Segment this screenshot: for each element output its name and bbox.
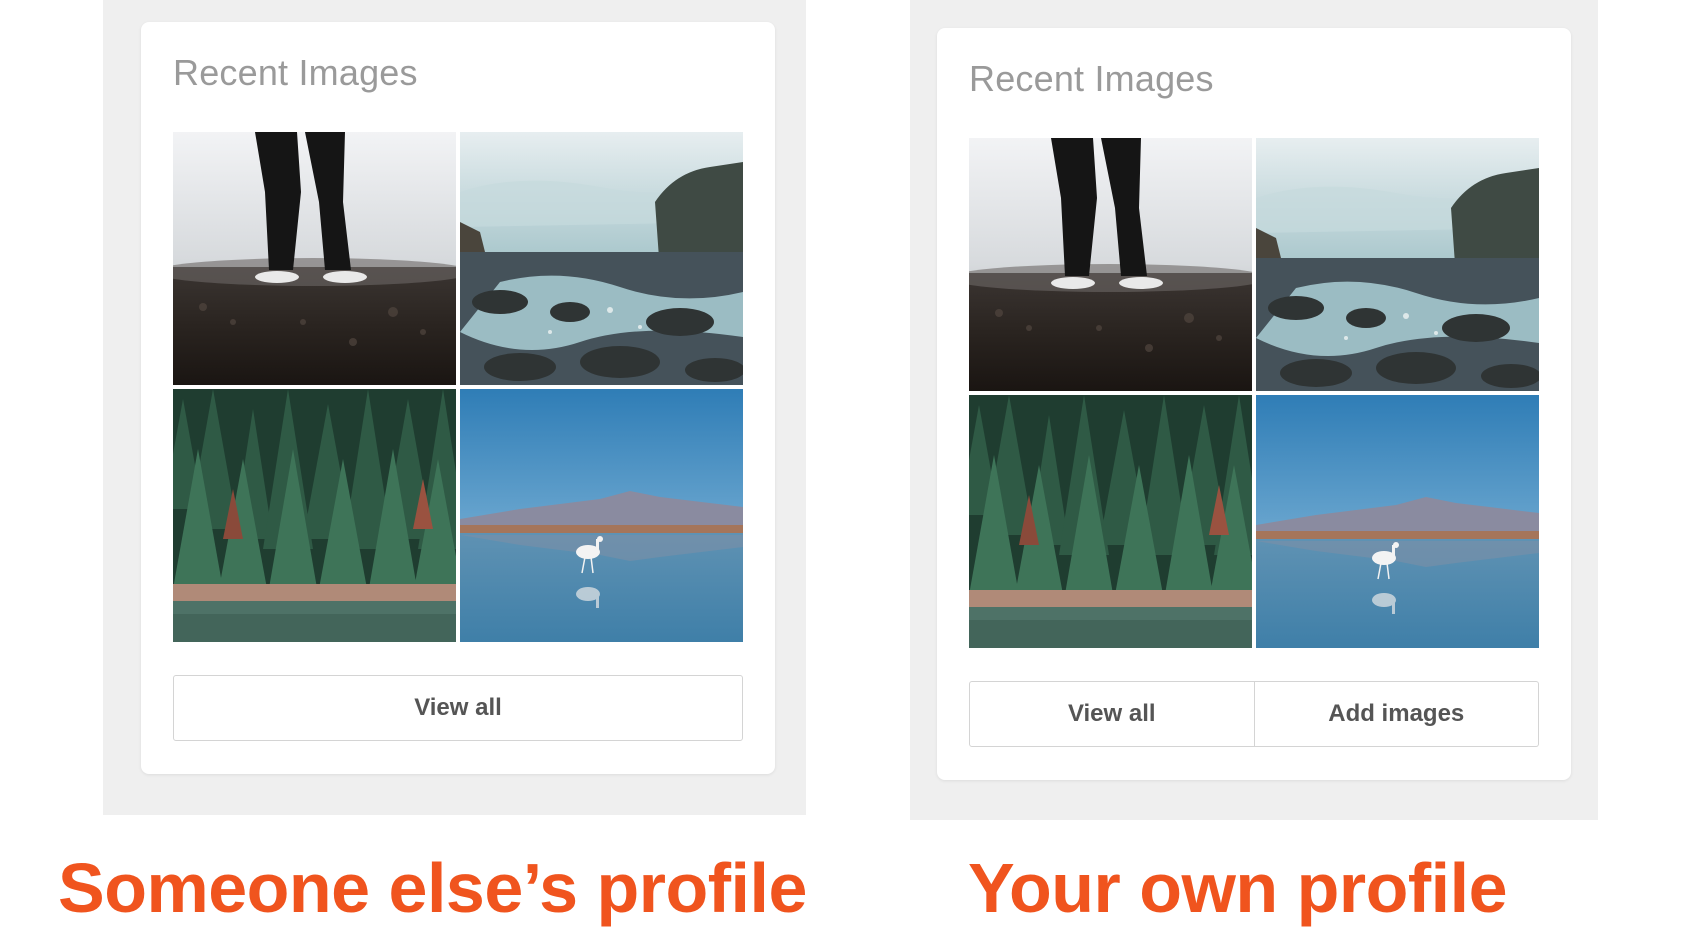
view-all-button[interactable]: View all: [969, 681, 1255, 747]
recent-images-card: Recent Images View all Add images: [937, 28, 1571, 780]
standing-person-photo[interactable]: [969, 138, 1252, 391]
left-example-panel: Recent Images View all: [103, 0, 806, 815]
rocky-coast-photo[interactable]: [1256, 138, 1539, 391]
rocky-coast-photo[interactable]: [460, 132, 743, 385]
button-row: View all: [173, 675, 743, 741]
pine-forest-photo[interactable]: [173, 389, 456, 642]
standing-person-photo[interactable]: [173, 132, 456, 385]
image-grid: [969, 138, 1539, 648]
caption-your-own-profile: Your own profile: [968, 849, 1508, 927]
view-all-button[interactable]: View all: [173, 675, 743, 741]
right-example-panel: Recent Images View all Add images: [910, 0, 1598, 820]
flamingo-lake-photo[interactable]: [1256, 395, 1539, 648]
button-row: View all Add images: [969, 681, 1539, 747]
caption-someone-elses-profile: Someone else’s profile: [58, 849, 807, 927]
image-grid: [173, 132, 743, 642]
pine-forest-photo[interactable]: [969, 395, 1252, 648]
card-title: Recent Images: [173, 52, 418, 93]
card-title: Recent Images: [969, 58, 1214, 99]
recent-images-card: Recent Images View all: [141, 22, 775, 774]
flamingo-lake-photo[interactable]: [460, 389, 743, 642]
add-images-button[interactable]: Add images: [1254, 681, 1539, 747]
